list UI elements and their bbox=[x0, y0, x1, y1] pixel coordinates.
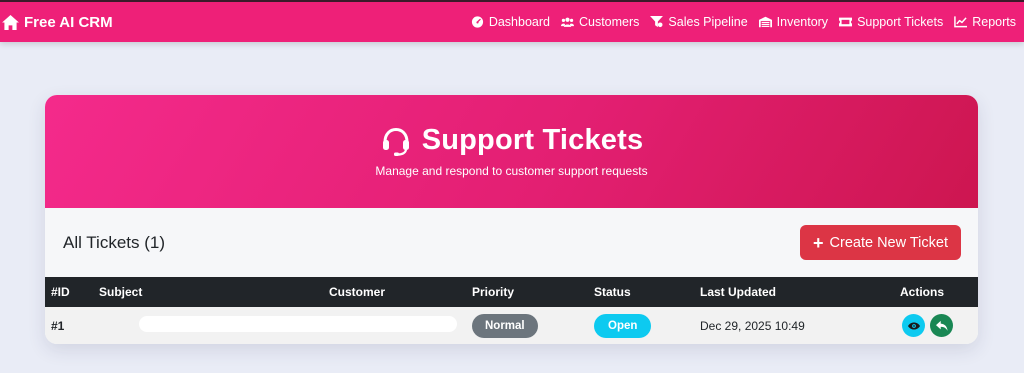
tickets-count-heading: All Tickets (1) bbox=[63, 232, 166, 252]
status-cell: Open bbox=[588, 307, 694, 344]
nav-label-support-tickets: Support Tickets bbox=[857, 15, 944, 29]
status-badge: Open bbox=[594, 313, 652, 338]
nav-label-dashboard: Dashboard bbox=[488, 15, 550, 29]
dashboard-gauge-icon bbox=[471, 16, 483, 28]
table-row[interactable]: #1 Normal Open Dec 29, 2025 10:49 bbox=[45, 307, 978, 344]
col-header-customer[interactable]: Customer bbox=[323, 277, 466, 307]
page-title-row: Support Tickets bbox=[45, 124, 978, 157]
priority-badge: Normal bbox=[472, 313, 538, 338]
col-header-priority[interactable]: Priority bbox=[466, 277, 588, 307]
warehouse-icon bbox=[758, 16, 772, 28]
tickets-card: Support Tickets Manage and respond to cu… bbox=[45, 95, 978, 344]
users-icon bbox=[560, 17, 574, 27]
chart-line-icon bbox=[954, 16, 968, 28]
col-header-last-updated[interactable]: Last Updated bbox=[694, 277, 894, 307]
create-ticket-label: Create New Ticket bbox=[829, 234, 948, 251]
nav-item-customers[interactable]: Customers bbox=[560, 15, 640, 29]
col-header-id[interactable]: #ID bbox=[45, 277, 93, 307]
brand-link[interactable]: Free AI CRM bbox=[2, 14, 113, 31]
eye-icon bbox=[907, 321, 920, 330]
table-header-row: #ID Subject Customer Priority Status Las… bbox=[45, 277, 978, 307]
top-navbar: Free AI CRM Dashboard Customers Sales Pi… bbox=[0, 0, 1024, 42]
create-ticket-button[interactable]: + Create New Ticket bbox=[800, 225, 961, 260]
ticket-icon bbox=[839, 17, 853, 27]
redacted-block bbox=[139, 316, 457, 332]
reply-icon bbox=[935, 320, 948, 331]
nav-item-inventory[interactable]: Inventory bbox=[758, 15, 829, 29]
plus-icon: + bbox=[813, 232, 824, 253]
brand-name: Free AI CRM bbox=[24, 13, 113, 31]
row-actions bbox=[900, 314, 972, 337]
page-header: Support Tickets Manage and respond to cu… bbox=[45, 95, 978, 208]
page-subtitle: Manage and respond to customer support r… bbox=[375, 164, 648, 178]
actions-cell bbox=[894, 307, 978, 344]
headset-icon bbox=[382, 127, 409, 156]
priority-cell: Normal bbox=[466, 307, 588, 344]
nav-label-inventory: Inventory bbox=[776, 15, 829, 29]
col-header-subject[interactable]: Subject bbox=[93, 277, 323, 307]
nav-label-sales-pipeline: Sales Pipeline bbox=[668, 15, 748, 29]
page-title: Support Tickets bbox=[421, 124, 644, 156]
last-updated-value: Dec 29, 2025 10:49 bbox=[700, 318, 805, 333]
tickets-table: #ID Subject Customer Priority Status Las… bbox=[45, 277, 978, 344]
view-ticket-button[interactable] bbox=[902, 314, 925, 337]
funnel-icon bbox=[650, 16, 664, 28]
tickets-toolbar: All Tickets (1) + Create New Ticket bbox=[45, 208, 978, 277]
nav-label-customers: Customers bbox=[578, 15, 640, 29]
main-nav: Dashboard Customers Sales Pipeline Inven… bbox=[471, 15, 1016, 29]
ticket-subject-customer-redacted bbox=[93, 307, 466, 344]
nav-item-sales-pipeline[interactable]: Sales Pipeline bbox=[650, 15, 748, 29]
nav-item-reports[interactable]: Reports bbox=[954, 15, 1016, 29]
nav-item-support-tickets[interactable]: Support Tickets bbox=[839, 15, 943, 29]
nav-label-reports: Reports bbox=[972, 15, 1016, 29]
home-icon bbox=[2, 14, 19, 30]
ticket-id: #1 bbox=[51, 318, 65, 333]
col-header-status[interactable]: Status bbox=[588, 277, 694, 307]
nav-item-dashboard[interactable]: Dashboard bbox=[471, 15, 550, 29]
reply-ticket-button[interactable] bbox=[930, 314, 953, 337]
col-header-actions: Actions bbox=[900, 285, 945, 299]
